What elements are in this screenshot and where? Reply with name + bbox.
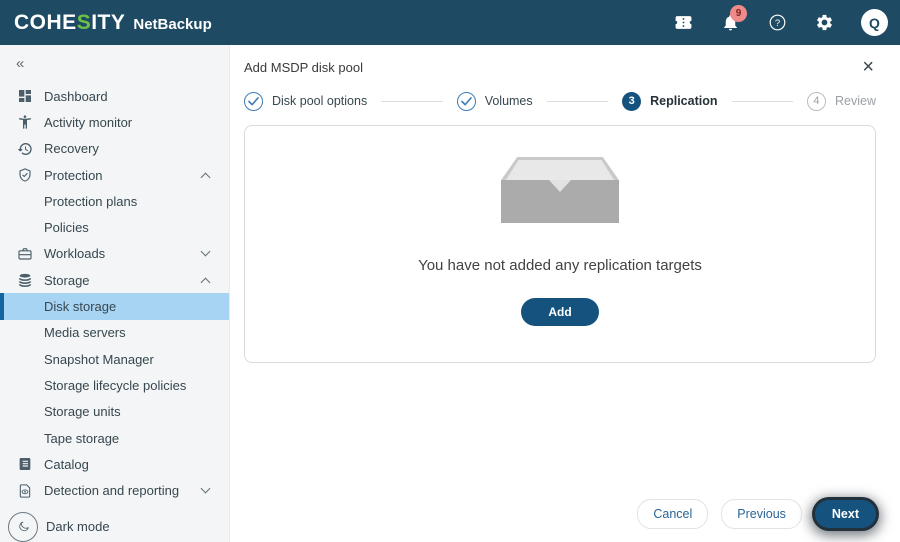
step-number: 4 <box>806 91 826 111</box>
cohesity-netbackup-logo[interactable]: COHESITY NetBackup <box>14 11 212 35</box>
recovery-icon <box>16 140 34 158</box>
sidebar-item-label: Policies <box>44 220 89 236</box>
gear-icon[interactable] <box>814 13 834 33</box>
sidebar-item-label: Workloads <box>44 246 106 262</box>
dark-mode-toggle[interactable]: Dark mode <box>0 504 229 542</box>
topbar-actions: 9? Q <box>673 4 888 36</box>
chevron-down-icon <box>200 246 211 257</box>
step-review[interactable]: 4 Review <box>806 91 876 111</box>
sidebar-item-protection[interactable]: Protection <box>0 162 229 188</box>
sidebar-item-label: Storage lifecycle policies <box>44 377 187 393</box>
logo-text: COHESITY <box>14 10 126 34</box>
main-content: Add MSDP disk pool × Disk pool options Vo… <box>230 45 900 542</box>
product-name: NetBackup <box>133 15 212 33</box>
step-connector-line <box>546 100 609 102</box>
sidebar-item-label: Media servers <box>44 325 126 341</box>
sidebar-item-media-servers[interactable]: Media servers <box>0 320 229 346</box>
svg-text:?: ? <box>774 18 779 29</box>
chevron-down-icon <box>200 483 211 494</box>
sidebar-item-label: Storage <box>44 272 90 288</box>
storage-icon <box>16 271 34 289</box>
empty-tray-icon <box>501 156 619 223</box>
step-connector-line <box>381 100 443 102</box>
chevron-up-icon <box>200 277 211 288</box>
step-check-icon <box>456 91 476 111</box>
sidebar-item-policies[interactable]: Policies <box>0 214 229 240</box>
sidebar-collapse-icon[interactable]: « <box>0 45 229 79</box>
replication-targets-card: You have not added any replication targe… <box>244 125 876 363</box>
sidebar-item-label: Protection plans <box>44 193 138 209</box>
sidebar-item-label: Catalog <box>44 456 89 472</box>
protection-icon <box>16 166 34 184</box>
wizard-header: Add MSDP disk pool × <box>244 45 876 77</box>
step-label: Replication <box>650 94 718 108</box>
sidebar-item-label: Dashboard <box>44 88 108 104</box>
sidebar-item-label: Disk storage <box>44 299 117 315</box>
sidebar-item-label: Protection <box>44 167 103 183</box>
sidebar: « Dashboard Activity monitor Recovery Prote… <box>0 45 230 542</box>
add-button[interactable]: Add <box>521 297 599 326</box>
wizard-stepper: Disk pool options Volumes 3 Replication 4 Rev… <box>244 90 876 112</box>
top-bar: COHESITY NetBackup 9? Q <box>0 0 900 45</box>
help-icon[interactable]: ? <box>767 13 787 33</box>
sidebar-item-label: Activity monitor <box>44 114 133 130</box>
sidebar-item-activity-monitor[interactable]: Activity monitor <box>0 109 229 135</box>
sidebar-item-protection-plans[interactable]: Protection plans <box>0 188 229 214</box>
step-disk-pool-options[interactable]: Disk pool options <box>244 91 368 111</box>
sidebar-item-dashboard[interactable]: Dashboard <box>0 83 229 109</box>
sidebar-item-label: Snapshot Manager <box>44 351 154 367</box>
step-replication[interactable]: 3 Replication <box>622 91 718 111</box>
workloads-icon <box>16 245 34 263</box>
sidebar-item-snapshot-manager[interactable]: Snapshot Manager <box>0 346 229 372</box>
activity-monitor-icon <box>16 113 34 131</box>
user-avatar[interactable]: Q <box>861 9 888 36</box>
catalog-icon <box>16 455 34 473</box>
step-volumes[interactable]: Volumes <box>456 91 533 111</box>
sidebar-item-detection-and-reporting[interactable]: Detection and reporting <box>0 477 229 503</box>
chevron-up-icon <box>200 172 211 182</box>
detection-reporting-icon <box>16 482 34 500</box>
cancel-button[interactable]: Cancel <box>637 499 709 529</box>
wizard-title: Add MSDP disk pool <box>244 59 363 75</box>
sidebar-item-workloads[interactable]: Workloads <box>0 241 229 267</box>
sidebar-item-storage[interactable]: Storage <box>0 267 229 293</box>
sidebar-nav: Dashboard Activity monitor Recovery Protect… <box>0 79 229 504</box>
next-button[interactable]: Next <box>814 500 876 528</box>
close-icon[interactable]: × <box>860 57 876 77</box>
step-number: 3 <box>622 91 642 111</box>
step-label: Disk pool options <box>272 94 368 108</box>
notification-badge: 9 <box>730 4 747 22</box>
step-connector-line <box>731 100 793 102</box>
step-check-icon <box>244 91 263 111</box>
sidebar-item-catalog[interactable]: Catalog <box>0 451 229 477</box>
empty-state-message: You have not added any replication targe… <box>418 256 702 274</box>
wizard-footer: Cancel Previous Next <box>244 499 876 542</box>
step-label: Volumes <box>484 94 533 108</box>
sidebar-item-disk-storage[interactable]: Disk storage <box>0 293 229 320</box>
sidebar-item-label: Recovery <box>44 141 99 157</box>
sidebar-item-tape-storage[interactable]: Tape storage <box>0 425 229 451</box>
sidebar-item-label: Detection and reporting <box>44 483 180 499</box>
sidebar-item-recovery[interactable]: Recovery <box>0 136 229 162</box>
ticket-icon[interactable] <box>673 13 693 33</box>
sidebar-item-label: Tape storage <box>44 430 120 446</box>
dashboard-icon <box>16 87 34 105</box>
dark-mode-label: Dark mode <box>46 519 110 535</box>
sidebar-item-storage-lifecycle-policies[interactable]: Storage lifecycle policies <box>0 372 229 398</box>
moon-icon <box>8 511 38 542</box>
step-label: Review <box>834 94 876 108</box>
previous-button[interactable]: Previous <box>721 499 802 529</box>
sidebar-item-label: Storage units <box>44 404 121 420</box>
sidebar-item-storage-units[interactable]: Storage units <box>0 399 229 425</box>
bell-icon[interactable]: 9 <box>720 4 747 33</box>
